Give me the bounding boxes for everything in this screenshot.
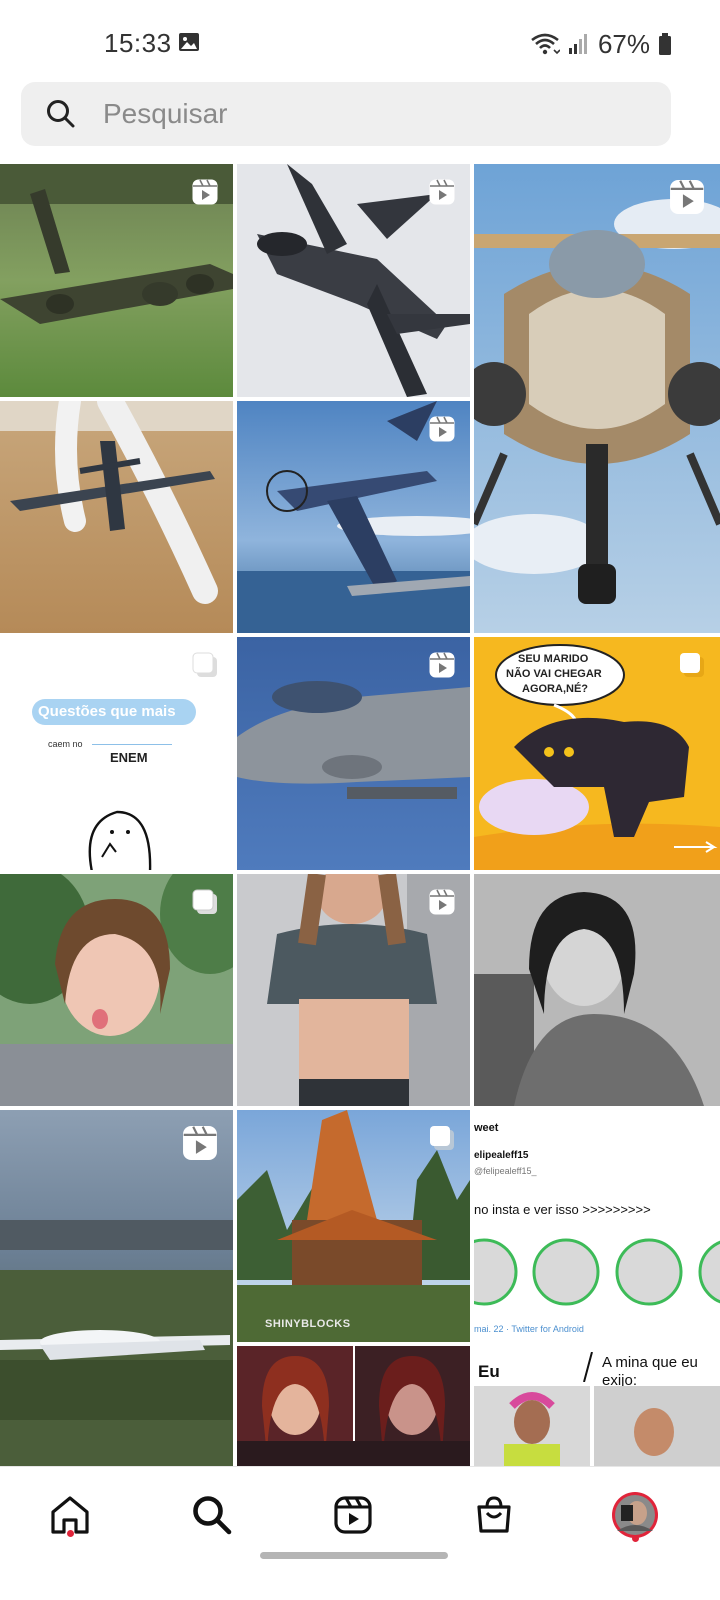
search-icon [193, 1496, 232, 1535]
bottom-nav [0, 1466, 720, 1600]
nav-shop[interactable] [464, 1485, 524, 1545]
tile-girl-bw[interactable] [474, 874, 720, 1106]
search-icon [47, 100, 75, 128]
enem-subtitle: caem no [48, 739, 83, 749]
home-notification-dot [67, 1530, 74, 1537]
tile-meme-eu[interactable]: Eu A mina que eu exijo: [474, 1346, 720, 1466]
jet-front-view-image [474, 164, 720, 633]
meme-photos [474, 1386, 720, 1466]
enem-title: Questões que mais [38, 703, 176, 720]
carousel-icon [680, 653, 704, 677]
carousel-icon [192, 652, 217, 677]
wifi-icon [531, 33, 560, 55]
reels-icon [429, 652, 455, 678]
explore-grid: Questões que mais caem no ENEM SEU MARID… [0, 164, 720, 1466]
tweet-header: weet [474, 1122, 499, 1134]
story-circles [474, 1238, 720, 1306]
tile-enem-post[interactable]: Questões que mais caem no ENEM [0, 637, 233, 870]
antonov-plane-image [0, 1110, 233, 1466]
reels-icon [334, 1496, 372, 1534]
tile-fighter-jet[interactable] [237, 637, 470, 870]
carousel-icon [192, 889, 217, 914]
nav-search[interactable] [182, 1485, 242, 1545]
tile-scarlet-witch[interactable] [237, 1346, 470, 1466]
tile-cat-comic[interactable]: SEU MARIDO NÃO VAI CHEGAR AGORA,NÉ? [474, 637, 720, 870]
tile-tweet[interactable]: weet elipealeff15 @felipealeff15_ no ins… [474, 1110, 720, 1342]
tile-jet-smoke[interactable] [0, 401, 233, 633]
enem-line [92, 744, 172, 745]
home-indicator [260, 1552, 448, 1559]
comic-bubble-line-1: SEU MARIDO [518, 653, 589, 665]
comic-bubble-line-3: AGORA,NÉ? [522, 683, 588, 695]
battery-icon [659, 33, 671, 55]
tile-transport-plane[interactable] [0, 164, 233, 397]
flork-drawing [88, 810, 152, 870]
signal-icon [568, 34, 587, 54]
meme-label-left: Eu [478, 1362, 500, 1381]
status-bar: 15:33 67% [0, 0, 720, 80]
reels-icon [429, 889, 455, 915]
scarlet-witch-image [237, 1346, 470, 1466]
tile-antonov-plane[interactable] [0, 1110, 233, 1466]
tile-girl-tongue[interactable] [0, 874, 233, 1106]
minecraft-watermark: SHINYBLOCKS [265, 1318, 351, 1330]
tweet-text: no insta e ver isso >>>>>>>>> [474, 1202, 651, 1217]
reels-icon [429, 416, 455, 442]
search-bar[interactable] [21, 82, 671, 146]
status-right: 67% [530, 28, 672, 60]
tile-jet-front-view[interactable] [474, 164, 720, 633]
reels-icon [183, 1126, 217, 1160]
enem-word: ENEM [110, 750, 148, 765]
status-time: 15:33 [104, 28, 172, 58]
tile-girl-crop-top[interactable] [237, 874, 470, 1106]
girl-bw-image [474, 874, 720, 1106]
tile-stealth-jet[interactable] [237, 164, 470, 397]
shop-icon [477, 1496, 511, 1533]
meme-divider [583, 1352, 593, 1382]
tweet-handle: @felipealeff15_ [474, 1166, 537, 1176]
tile-minecraft-house[interactable]: SHINYBLOCKS [237, 1110, 470, 1342]
search-input[interactable] [103, 82, 643, 146]
battery-percent: 67% [597, 28, 650, 59]
reels-icon [670, 180, 704, 214]
reels-icon [192, 179, 218, 205]
jet-smoke-image [0, 401, 233, 633]
carousel-icon [430, 1126, 454, 1150]
comic-bubble-line-2: NÃO VAI CHEGAR [506, 668, 602, 680]
tweet-footer: mai. 22 · Twitter for Android [474, 1324, 584, 1334]
tile-propeller-plane[interactable] [237, 401, 470, 633]
reels-icon [429, 179, 455, 205]
profile-avatar [612, 1492, 658, 1538]
meme-label-right: A mina que eu exijo: [602, 1354, 698, 1389]
profile-notification-dot [632, 1535, 639, 1542]
tweet-user: elipealeff15 [474, 1150, 529, 1161]
nav-reels[interactable] [323, 1485, 383, 1545]
gallery-icon [179, 33, 199, 51]
